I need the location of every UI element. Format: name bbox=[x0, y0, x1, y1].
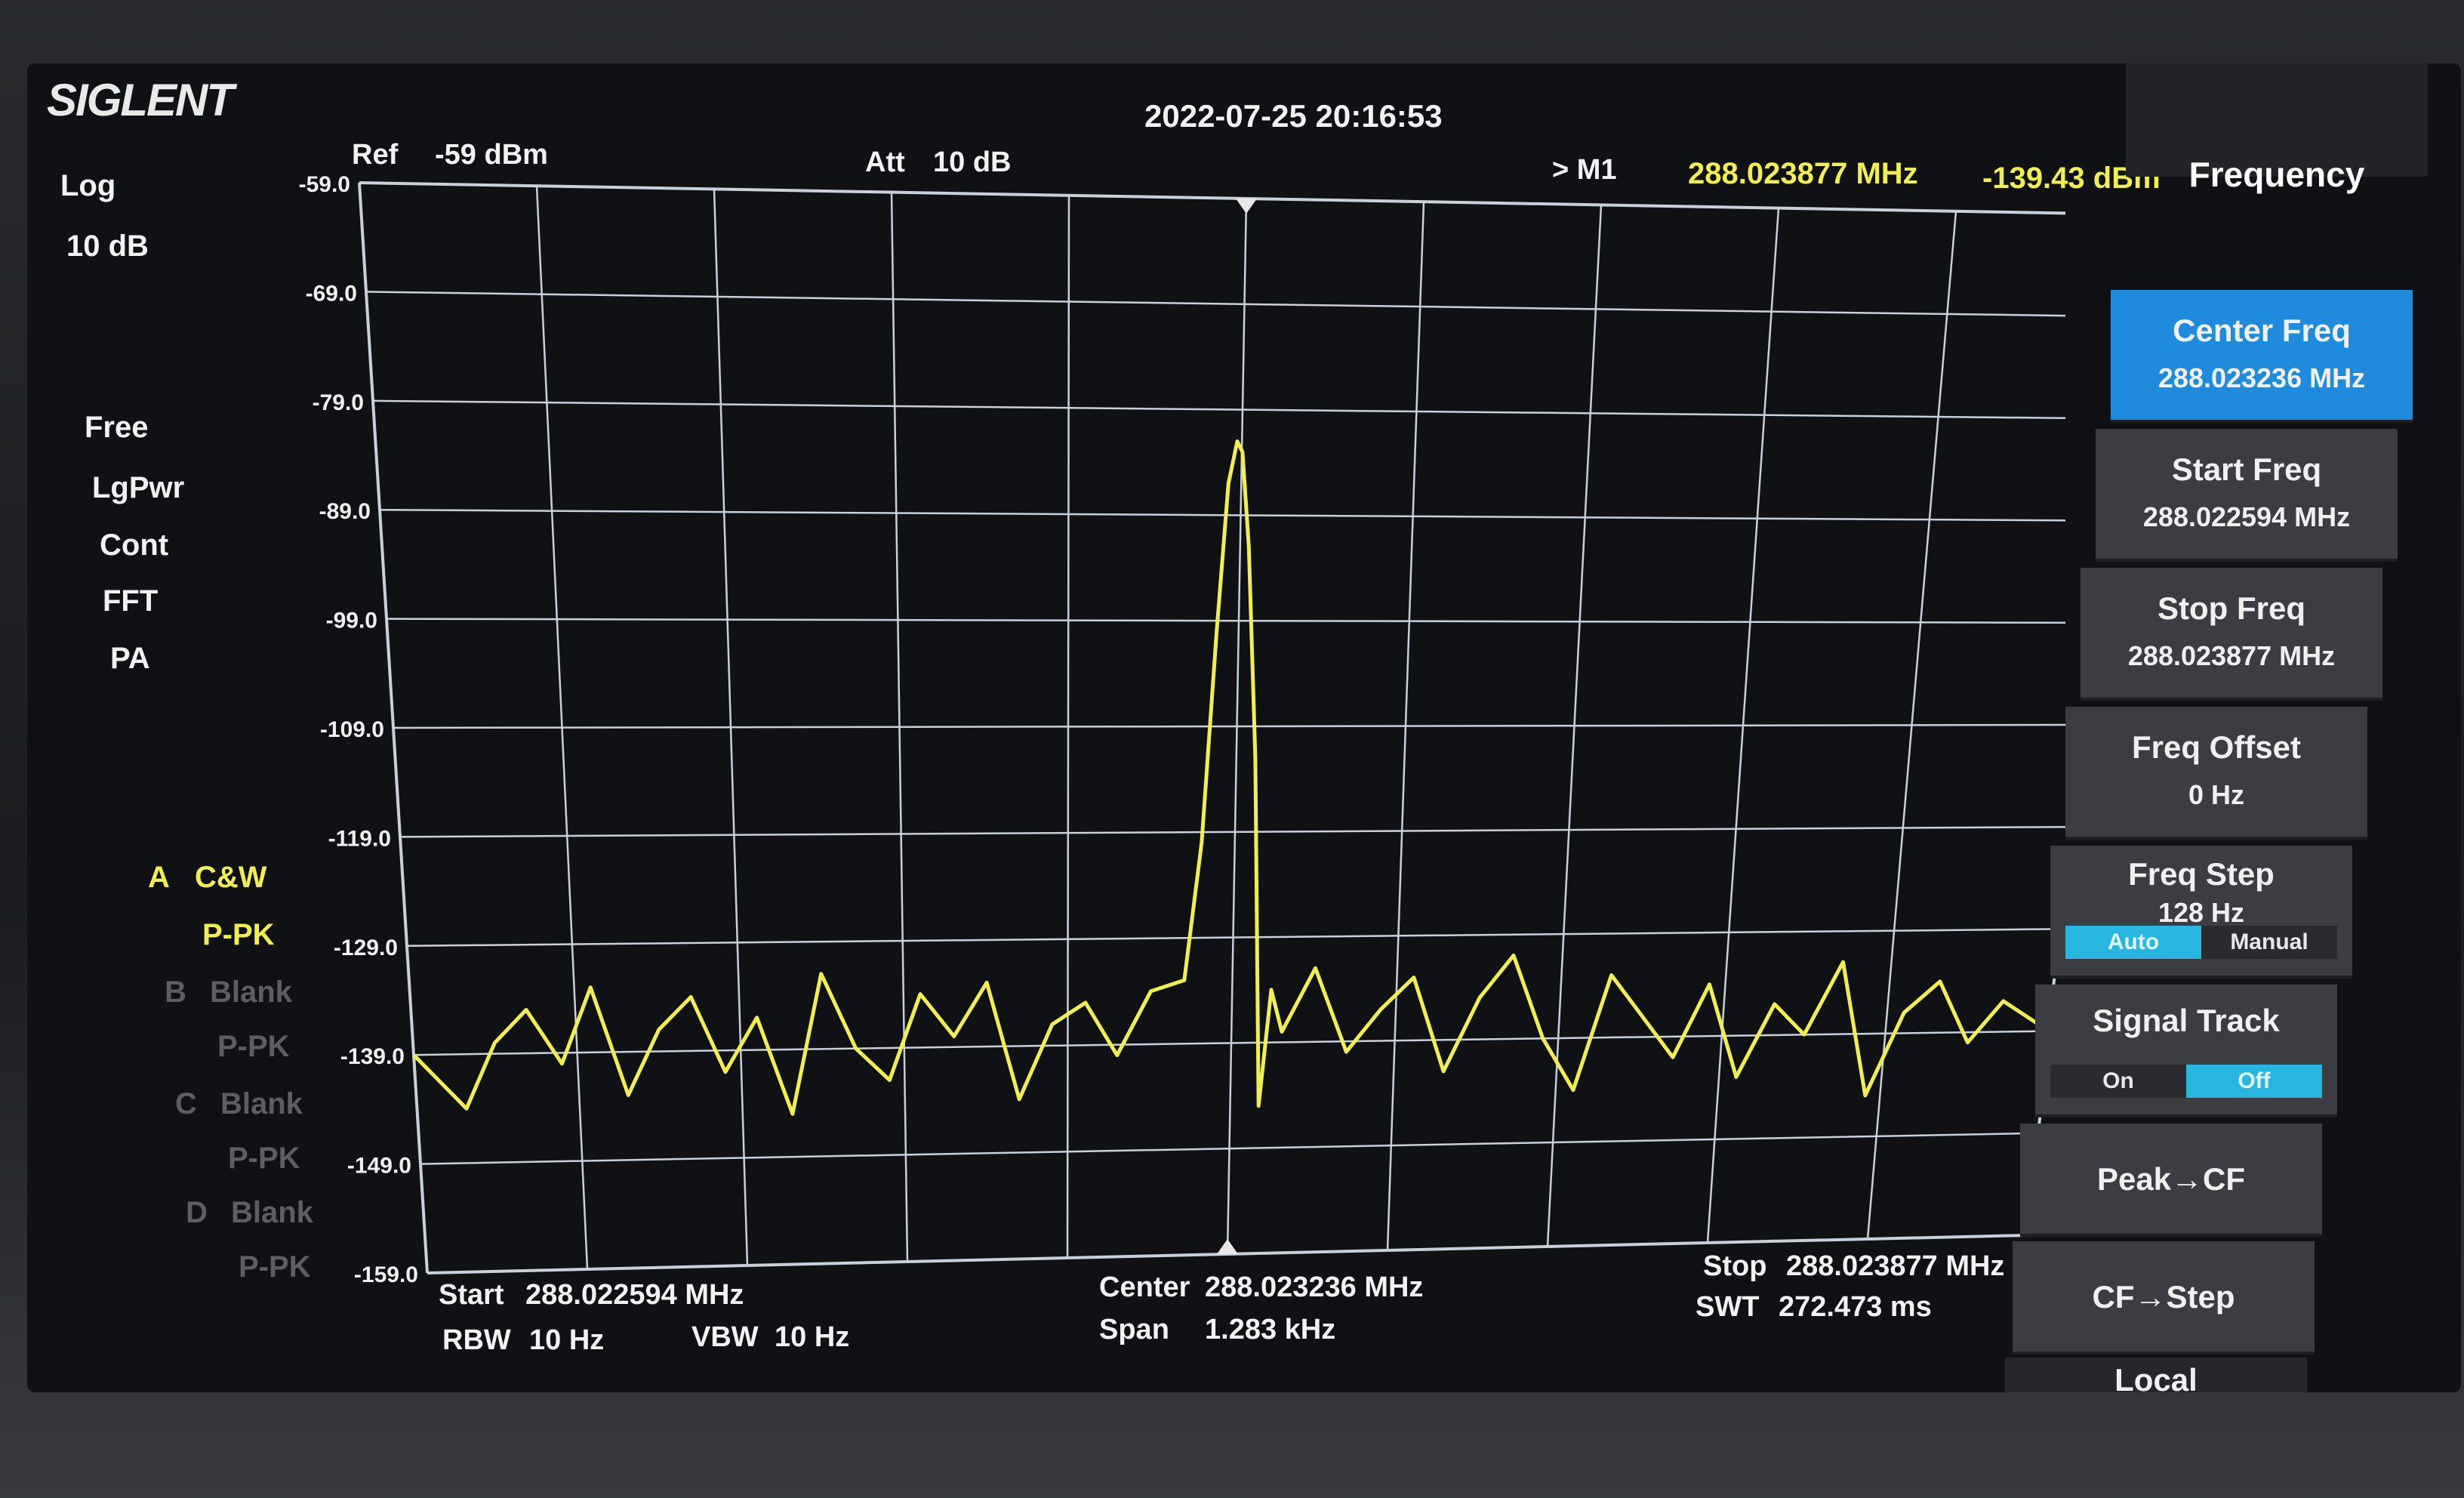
y-tick-label: -69.0 bbox=[306, 281, 357, 306]
start-freq-softkey[interactable]: Start Freq 288.022594 MHz bbox=[2096, 429, 2398, 562]
y-tick-label: -149.0 bbox=[347, 1154, 411, 1179]
swt-label: SWT bbox=[1696, 1291, 1760, 1323]
grid-hline bbox=[379, 508, 2065, 522]
cf-to-step-softkey[interactable]: CF→Step bbox=[2013, 1241, 2315, 1355]
freq-step-auto[interactable]: Auto bbox=[2065, 926, 2201, 959]
center-pointer-top bbox=[1236, 199, 1257, 214]
stop-freq-softkey[interactable]: Stop Freq 288.023877 MHz bbox=[2081, 568, 2382, 701]
y-tick-label: -99.0 bbox=[326, 609, 377, 633]
y-tick-label: -89.0 bbox=[319, 499, 371, 524]
grid-hline bbox=[359, 181, 2065, 215]
local-softkey[interactable]: Local bbox=[2005, 1358, 2307, 1392]
start-label: Start bbox=[439, 1279, 504, 1311]
signal-track-toggle[interactable]: On Off bbox=[2050, 1065, 2322, 1098]
y-tick-label: -59.0 bbox=[299, 172, 350, 197]
grid-hline bbox=[372, 399, 2065, 420]
signal-track-on[interactable]: On bbox=[2050, 1065, 2186, 1098]
swt-value: 272.473 ms bbox=[1779, 1291, 1932, 1323]
center-value: 288.023236 MHz bbox=[1205, 1271, 1424, 1303]
freq-step-manual[interactable]: Manual bbox=[2201, 926, 2337, 959]
stop-value: 288.023877 MHz bbox=[1786, 1250, 2005, 1282]
span-value: 1.283 kHz bbox=[1205, 1314, 1336, 1345]
grid-hline bbox=[386, 618, 2065, 624]
grid-hline bbox=[365, 291, 2065, 317]
y-tick-label: -109.0 bbox=[320, 717, 384, 742]
grid-hline bbox=[393, 723, 2065, 729]
y-tick-label: -119.0 bbox=[328, 826, 391, 851]
grid-hline bbox=[399, 825, 2065, 838]
graticule bbox=[358, 181, 2065, 1275]
menu-title: Frequency bbox=[2126, 63, 2428, 194]
start-value: 288.022594 MHz bbox=[525, 1279, 744, 1311]
vbw-label: VBW bbox=[691, 1321, 759, 1353]
freq-step-softkey[interactable]: Freq Step 128 Hz Auto Manual bbox=[2050, 846, 2352, 979]
y-tick-label: -139.0 bbox=[340, 1044, 405, 1069]
softkey-panel: Frequency Center Freq 288.023236 MHz Sta… bbox=[2005, 63, 2458, 1392]
signal-track-off[interactable]: Off bbox=[2186, 1065, 2322, 1098]
center-freq-softkey[interactable]: Center Freq 288.023236 MHz bbox=[2111, 290, 2413, 423]
freq-step-toggle[interactable]: Auto Manual bbox=[2065, 926, 2337, 959]
peak-to-cf-softkey[interactable]: Peak→CF bbox=[2020, 1124, 2322, 1237]
rbw-value: 10 Hz bbox=[529, 1324, 605, 1356]
rbw-label: RBW bbox=[442, 1324, 511, 1356]
y-tick-label: -159.0 bbox=[354, 1262, 418, 1287]
y-tick-label: -129.0 bbox=[334, 935, 398, 960]
center-label: Center bbox=[1099, 1271, 1190, 1303]
stop-label: Stop bbox=[1703, 1250, 1767, 1282]
span-label: Span bbox=[1099, 1314, 1169, 1345]
vbw-value: 10 Hz bbox=[775, 1321, 850, 1353]
y-tick-label: -79.0 bbox=[313, 390, 364, 415]
spectrum-chart: -59.0 -69.0 -79.0 -89.0 -99.0 -109.0 -119.0 -12… bbox=[299, 172, 2065, 1287]
analyzer-screen: SIGLENT 2022-07-25 20:16:53 Ref -59 dBm … bbox=[27, 63, 2461, 1392]
freq-offset-softkey[interactable]: Freq Offset 0 Hz bbox=[2065, 707, 2367, 840]
signal-track-softkey[interactable]: Signal Track On Off bbox=[2035, 985, 2337, 1117]
y-tick-labels: -59.0 -69.0 -79.0 -89.0 -99.0 -109.0 -119.0 -12… bbox=[299, 172, 418, 1287]
center-pointer-bottom bbox=[1217, 1239, 1238, 1254]
